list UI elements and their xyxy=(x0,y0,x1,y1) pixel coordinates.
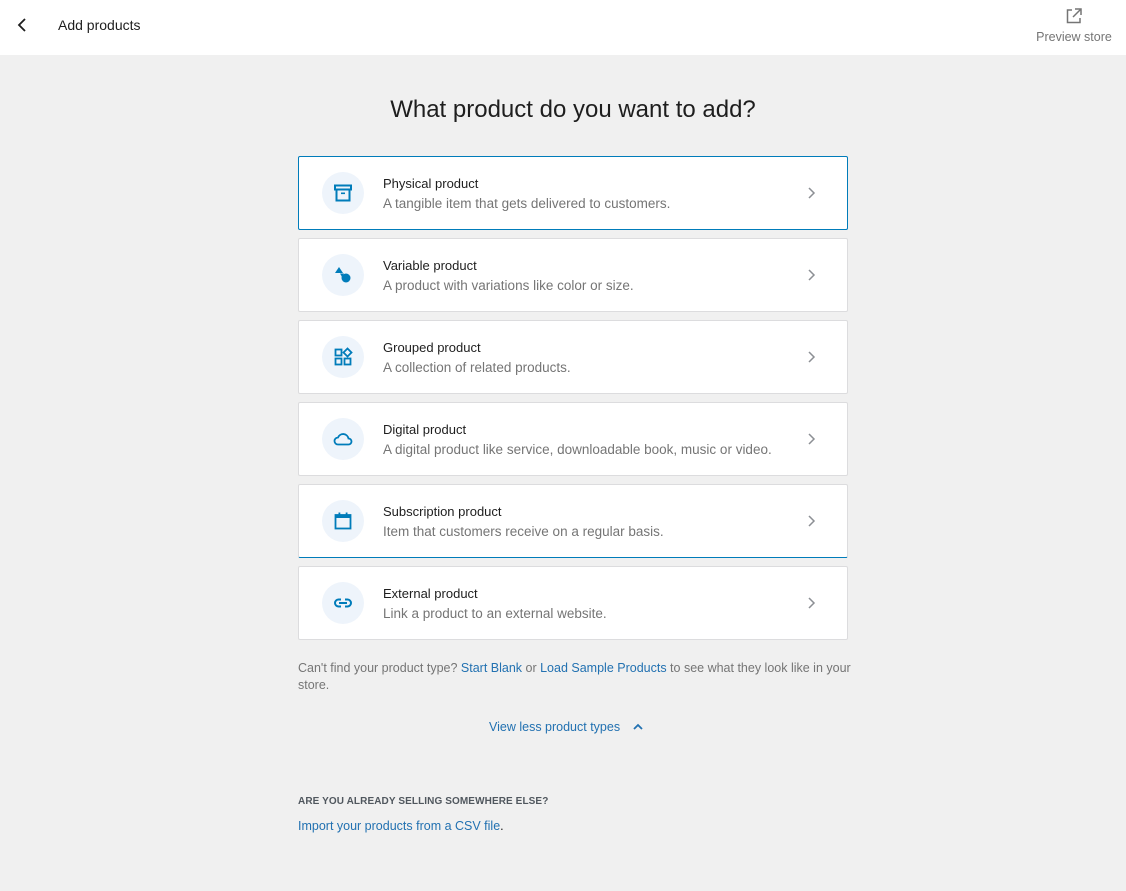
grouped-blocks-icon xyxy=(334,347,353,366)
product-type-title: Grouped product xyxy=(383,340,481,355)
icon-wrapper xyxy=(322,254,364,296)
preview-store-button[interactable]: Preview store xyxy=(1034,6,1114,50)
product-type-description: A collection of related products. xyxy=(383,360,571,375)
preview-store-label: Preview store xyxy=(1036,30,1112,44)
chevron-right-icon xyxy=(808,351,816,363)
shapes-icon xyxy=(335,267,351,283)
back-button[interactable] xyxy=(12,14,32,36)
product-type-physical[interactable]: Physical product A tangible item that ge… xyxy=(298,156,848,230)
page-title: Add products xyxy=(58,17,141,33)
product-type-description: A product with variations like color or … xyxy=(383,278,634,293)
cloud-icon xyxy=(333,433,353,446)
product-type-description: Item that customers receive on a regular… xyxy=(383,524,664,539)
help-or: or xyxy=(522,661,541,675)
product-type-title: External product xyxy=(383,586,478,601)
help-text: Can't find your product type? Start Blan… xyxy=(298,660,858,694)
product-type-description: Link a product to an external website. xyxy=(383,606,607,621)
start-blank-link[interactable]: Start Blank xyxy=(461,661,522,675)
chevron-left-icon xyxy=(17,18,26,32)
product-type-external[interactable]: External product Link a product to an ex… xyxy=(298,566,848,640)
product-type-description: A digital product like service, download… xyxy=(383,442,772,457)
top-bar: Add products Preview store xyxy=(0,0,1126,55)
icon-wrapper xyxy=(322,172,364,214)
icon-wrapper xyxy=(322,582,364,624)
import-suffix: . xyxy=(500,819,504,833)
link-icon xyxy=(334,598,352,608)
chevron-right-icon xyxy=(808,187,816,199)
page-heading: What product do you want to add? xyxy=(390,96,756,123)
product-type-subscription[interactable]: Subscription product Item that customers… xyxy=(298,484,848,558)
product-type-description: A tangible item that gets delivered to c… xyxy=(383,196,671,211)
chevron-right-icon xyxy=(808,433,816,445)
product-type-title: Digital product xyxy=(383,422,467,437)
calendar-icon xyxy=(334,512,352,530)
import-csv-link[interactable]: Import your products from a CSV file xyxy=(298,819,500,833)
product-type-title: Variable product xyxy=(383,258,477,273)
icon-wrapper xyxy=(322,418,364,460)
product-type-title: Physical product xyxy=(383,176,479,191)
selling-elsewhere-label: ARE YOU ALREADY SELLING SOMEWHERE ELSE? xyxy=(298,796,549,807)
icon-wrapper xyxy=(322,336,364,378)
chevron-right-icon xyxy=(808,597,816,609)
archive-box-icon xyxy=(334,184,352,202)
import-line: Import your products from a CSV file. xyxy=(298,819,504,833)
product-type-list: Physical product A tangible item that ge… xyxy=(298,156,848,648)
icon-wrapper xyxy=(322,500,364,542)
chevron-right-icon xyxy=(808,269,816,281)
product-type-title: Subscription product xyxy=(383,504,502,519)
view-less-product-types-button[interactable]: View less product types xyxy=(489,720,644,734)
load-sample-products-link[interactable]: Load Sample Products xyxy=(540,661,666,675)
view-less-label: View less product types xyxy=(489,720,621,734)
chevron-up-icon xyxy=(633,723,643,730)
help-prefix: Can't find your product type? xyxy=(298,661,461,675)
external-link-icon xyxy=(1066,8,1082,24)
product-type-variable[interactable]: Variable product A product with variatio… xyxy=(298,238,848,312)
product-type-digital[interactable]: Digital product A digital product like s… xyxy=(298,402,848,476)
chevron-right-icon xyxy=(808,515,816,527)
product-type-grouped[interactable]: Grouped product A collection of related … xyxy=(298,320,848,394)
